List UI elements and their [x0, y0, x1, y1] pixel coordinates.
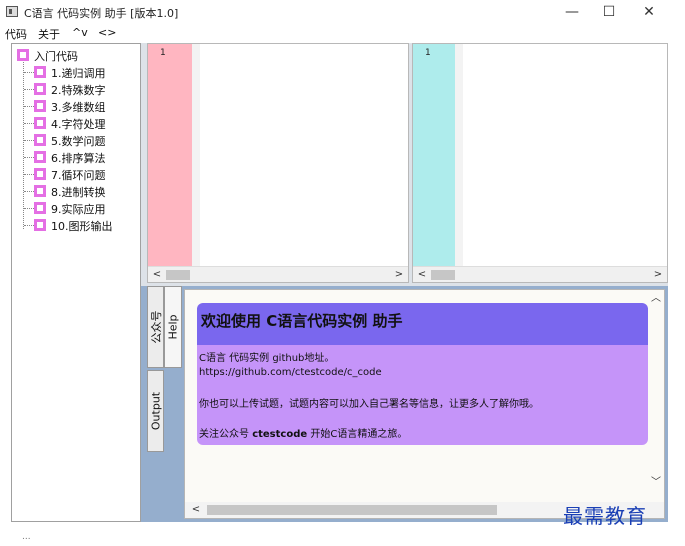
- node-icon: [34, 219, 46, 231]
- node-icon: [34, 134, 46, 146]
- tree-item-label: 9.实际应用: [51, 203, 106, 216]
- bottom-panel: 公众号 Help Output 欢迎使用 C语言代码实例 助手 C语言 代码实例…: [141, 286, 668, 522]
- help-content: 欢迎使用 C语言代码实例 助手 C语言 代码实例 github地址。 https…: [184, 289, 665, 519]
- scroll-right-arrow[interactable]: >: [651, 268, 665, 282]
- scroll-left-arrow[interactable]: <: [150, 268, 164, 282]
- tree-item-label: 5.数学问题: [51, 135, 106, 148]
- horizontal-scrollbar[interactable]: < >: [413, 266, 667, 282]
- scroll-thumb[interactable]: [431, 270, 455, 280]
- github-link[interactable]: https://github.com/ctestcode/c_code: [199, 367, 382, 378]
- tab-gzh-label: 公众号: [149, 310, 163, 344]
- scroll-thumb[interactable]: [207, 505, 497, 515]
- line-number-gutter: 1: [413, 44, 455, 268]
- help-text: 关注公众号 ctestcode 开始C语言精通之旅。: [199, 429, 408, 440]
- node-icon: [34, 83, 46, 95]
- node-icon: [34, 117, 46, 129]
- menu-toggle-horizontal[interactable]: <>: [98, 26, 116, 39]
- menu-about[interactable]: 关于: [38, 26, 60, 42]
- maximize-button[interactable]: ☐: [589, 0, 629, 24]
- tab-help[interactable]: Help: [164, 286, 182, 368]
- scroll-left-arrow[interactable]: <: [415, 268, 429, 282]
- tree-item-label: 10.图形输出: [51, 220, 113, 233]
- tab-help-label: Help: [166, 314, 180, 340]
- node-icon: [34, 168, 46, 180]
- tab-output[interactable]: Output: [147, 370, 164, 452]
- horizontal-scrollbar[interactable]: < >: [148, 266, 408, 282]
- help-title: 欢迎使用 C语言代码实例 助手: [201, 312, 403, 330]
- folder-icon: [17, 49, 29, 61]
- line-number: 1: [160, 48, 166, 58]
- node-icon: [34, 100, 46, 112]
- help-text: C语言 代码实例 github地址。: [199, 353, 335, 364]
- line-number-gutter: 1: [148, 44, 192, 268]
- watermark-logo: 最需教育: [563, 504, 647, 528]
- scroll-right-arrow[interactable]: >: [392, 268, 406, 282]
- tree-item-label: 8.进制转换: [51, 186, 106, 199]
- close-button[interactable]: ✕: [629, 0, 669, 24]
- node-icon: [34, 185, 46, 197]
- tree-item-label: 6.排序算法: [51, 152, 106, 165]
- footer-text: ...: [22, 532, 31, 542]
- tree-item-label: 2.特殊数字: [51, 84, 106, 97]
- tree-connector: [23, 62, 24, 229]
- menu-toggle-vertical[interactable]: ^v: [72, 26, 88, 39]
- tree-item-label: 3.多维数组: [51, 101, 106, 114]
- title-bar: C语言 代码实例 助手 [版本1.0] — ☐ ✕: [0, 0, 685, 24]
- node-icon: [34, 202, 46, 214]
- node-icon: [34, 66, 46, 78]
- tab-gzh[interactable]: 公众号: [147, 286, 164, 368]
- code-editor-right[interactable]: 1 < >: [412, 43, 668, 283]
- scroll-up-arrow[interactable]: ︿: [649, 292, 663, 306]
- help-body: C语言 代码实例 github地址。 https://github.com/ct…: [197, 345, 648, 445]
- code-tree: 入门代码 1.递归调用 2.特殊数字 3.多维数组 4.字符处理 5.数学问题 …: [11, 43, 141, 522]
- code-editor-left[interactable]: 1 < >: [147, 43, 409, 283]
- app-icon: [6, 6, 18, 17]
- tree-item-label: 1.递归调用: [51, 67, 106, 80]
- line-number: 1: [425, 48, 431, 58]
- tree-item-label: 7.循环问题: [51, 169, 106, 182]
- tree-item-label: 4.字符处理: [51, 118, 106, 131]
- window-title: C语言 代码实例 助手 [版本1.0]: [24, 7, 179, 20]
- main-area: 1 < > 1 < > 公众号 Help Output 欢迎使用 C语言代码实例…: [141, 43, 668, 522]
- tree-root-label: 入门代码: [34, 50, 78, 63]
- vertical-scrollbar[interactable]: ︿ ﹀: [648, 290, 664, 504]
- scroll-left-arrow[interactable]: <: [189, 503, 203, 517]
- menu-bar: 代码 关于 ^v <>: [0, 24, 685, 42]
- help-text: 你也可以上传试题，试题内容可以加入自己署名等信息，让更多人了解你哦。: [199, 399, 539, 410]
- scroll-down-arrow[interactable]: ﹀: [649, 476, 663, 490]
- scroll-thumb[interactable]: [166, 270, 190, 280]
- minimize-button[interactable]: —: [552, 0, 592, 24]
- help-header: 欢迎使用 C语言代码实例 助手: [197, 303, 648, 345]
- tab-output-label: Output: [149, 391, 162, 431]
- account-name: ctestcode: [252, 429, 308, 440]
- node-icon: [34, 151, 46, 163]
- menu-code[interactable]: 代码: [5, 26, 27, 42]
